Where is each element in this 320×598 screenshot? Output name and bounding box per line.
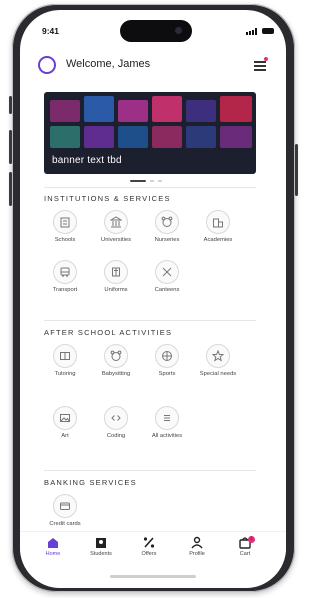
mute-switch	[9, 96, 12, 114]
banner-tile	[118, 126, 148, 148]
academy-icon	[206, 210, 230, 234]
status-time: 9:41	[42, 26, 60, 36]
banner-tile	[84, 126, 114, 148]
status-bar: 9:41	[20, 10, 286, 46]
activity-babysitting[interactable]: Babysitting	[93, 344, 139, 378]
baby-icon	[104, 344, 128, 368]
banking-credit-cards[interactable]: Credit cards	[42, 494, 88, 528]
service-label: Universities	[101, 237, 131, 243]
tab-profile[interactable]: Profile	[176, 536, 218, 557]
signal-icon	[246, 28, 258, 35]
service-schools[interactable]: Schools	[42, 210, 88, 244]
activity-label: All activities	[151, 433, 183, 439]
activity-label: Babysitting	[101, 371, 131, 377]
activity-label: Art	[61, 433, 69, 439]
activity-art[interactable]: Art	[42, 406, 88, 440]
power-button	[295, 144, 298, 196]
banner-text: banner text tbd	[52, 155, 122, 166]
banner-tile	[84, 96, 114, 122]
tab-label: Profile	[189, 551, 205, 557]
service-nurseries[interactable]: Nurseries	[144, 210, 190, 244]
menu-icon[interactable]	[254, 57, 268, 71]
banner-tile	[186, 100, 216, 122]
service-transport[interactable]: Transport	[42, 260, 88, 294]
banner-tile	[152, 96, 182, 122]
activity-all-activities[interactable]: All activities	[144, 406, 190, 440]
activity-label: Tutoring	[54, 371, 76, 377]
home-icon	[48, 538, 58, 548]
battery-icon	[262, 28, 274, 34]
service-label: Canteens	[154, 287, 180, 293]
cart-badge: 1	[248, 536, 255, 543]
tab-cart[interactable]: 1 Cart	[224, 536, 266, 557]
bottom-tab-bar: Home Students Offers Profile 1 Cart	[20, 531, 286, 568]
service-academies[interactable]: Academies	[195, 210, 241, 244]
tab-students[interactable]: Students	[80, 536, 122, 557]
banner-tile	[118, 100, 148, 122]
list-icon	[155, 406, 179, 430]
activity-special-needs[interactable]: Special needs	[195, 344, 241, 378]
banner-tile	[220, 96, 252, 122]
tab-label: Students	[90, 551, 112, 557]
profile-icon	[191, 536, 203, 549]
bus-icon	[53, 260, 77, 284]
ball-icon	[155, 344, 179, 368]
promo-banner[interactable]: banner text tbd	[44, 92, 256, 174]
banner-tile	[50, 100, 80, 122]
volume-up-button	[9, 130, 12, 164]
service-label: Schools	[54, 237, 76, 243]
divider	[44, 470, 256, 471]
welcome-title: Welcome, James	[66, 58, 151, 70]
tab-label: Home	[45, 551, 61, 557]
service-universities[interactable]: Universities	[93, 210, 139, 244]
credit-card-icon	[53, 494, 77, 518]
activity-label: Sports	[158, 371, 176, 377]
star-icon	[206, 344, 230, 368]
utensils-icon	[155, 260, 179, 284]
activity-tutoring[interactable]: Tutoring	[42, 344, 88, 378]
avatar[interactable]	[38, 56, 56, 74]
camera-icon	[175, 27, 182, 34]
book-icon	[53, 344, 77, 368]
banner-tile	[186, 126, 216, 148]
section-title-institutions: INSTITUTIONS & SERVICES	[44, 194, 171, 203]
uniform-icon	[104, 260, 128, 284]
carousel-dots[interactable]	[130, 180, 170, 184]
divider	[44, 320, 256, 321]
dynamic-island	[120, 20, 192, 42]
code-icon	[104, 406, 128, 430]
section-title-after-school: AFTER SCHOOL ACTIVITIES	[44, 328, 173, 337]
activity-label: Special needs	[199, 371, 237, 377]
tab-label: Offers	[141, 551, 157, 557]
volume-down-button	[9, 172, 12, 206]
image-icon	[53, 406, 77, 430]
service-canteens[interactable]: Canteens	[144, 260, 190, 294]
tab-label: Cart	[239, 551, 251, 557]
activity-label: Coding	[106, 433, 126, 439]
service-uniforms[interactable]: Uniforms	[93, 260, 139, 294]
percent-icon	[143, 537, 155, 548]
banner-tile	[220, 126, 252, 148]
tab-home[interactable]: Home	[32, 536, 74, 557]
nursery-icon	[155, 210, 179, 234]
service-label: Nurseries	[154, 237, 180, 243]
activity-sports[interactable]: Sports	[144, 344, 190, 378]
tab-offers[interactable]: Offers	[128, 536, 170, 557]
app-header: Welcome, James	[20, 50, 286, 86]
banner-tile	[50, 126, 80, 148]
section-title-banking: BANKING SERVICES	[44, 478, 137, 487]
school-icon	[53, 210, 77, 234]
banking-label: Credit cards	[49, 521, 81, 527]
students-icon	[96, 538, 106, 548]
service-label: Academies	[203, 237, 233, 243]
service-label: Transport	[52, 287, 78, 293]
activity-coding[interactable]: Coding	[93, 406, 139, 440]
banner-tile	[152, 126, 182, 148]
service-label: Uniforms	[104, 287, 128, 293]
university-icon	[104, 210, 128, 234]
divider	[44, 187, 256, 188]
home-indicator[interactable]	[110, 575, 196, 578]
app-screen: 9:41 Welcome, James banner text tbd INST…	[20, 10, 286, 588]
